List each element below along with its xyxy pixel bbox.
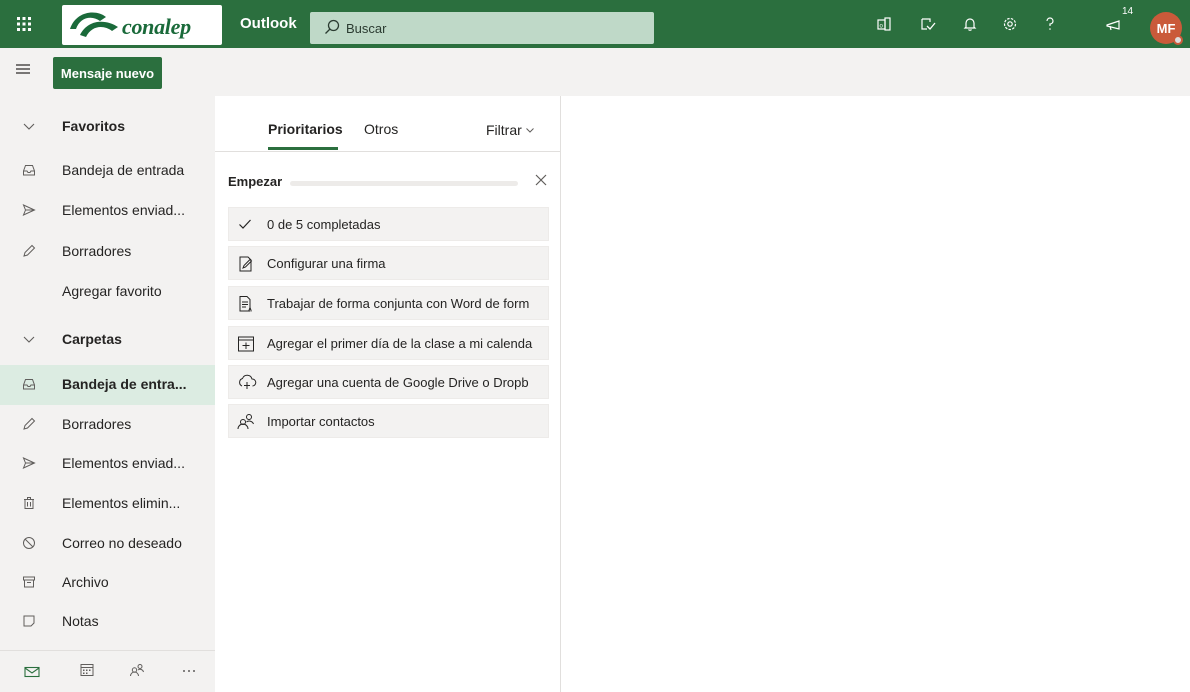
blocked-icon xyxy=(22,536,36,550)
get-started-progress-bar xyxy=(290,181,518,186)
task-label: Trabajar de forma conjunta con Word de f… xyxy=(267,296,530,311)
sidebar-item-notes[interactable]: Notas xyxy=(0,602,215,642)
tab-otros[interactable]: Otros xyxy=(364,121,398,137)
sidebar-item-deleted[interactable]: Elementos elimin... xyxy=(0,484,215,524)
favorites-label: Favoritos xyxy=(62,118,126,134)
office-icon[interactable]: o xyxy=(874,14,894,34)
get-started-title: Empezar xyxy=(228,174,283,189)
chevron-down-icon[interactable] xyxy=(22,119,36,133)
note-icon xyxy=(22,614,36,628)
sidebar-item-label: Archivo xyxy=(62,574,109,590)
sidebar-item-favorite-inbox[interactable]: Bandeja de entrada xyxy=(0,151,215,191)
chevron-down-icon xyxy=(525,125,535,135)
get-started-task[interactable]: Agregar una cuenta de Google Drive o Dro… xyxy=(228,365,549,399)
sidebar-item-favorite-sent[interactable]: Elementos enviad... xyxy=(0,191,215,231)
trash-icon xyxy=(22,496,36,510)
tab-prioritarios[interactable]: Prioritarios xyxy=(268,121,343,137)
app-name[interactable]: Outlook xyxy=(240,15,297,32)
notification-badge: 14 xyxy=(1122,6,1134,17)
pencil-icon xyxy=(22,244,36,258)
task-label: Configurar una firma xyxy=(267,256,386,271)
calendar-icon[interactable] xyxy=(80,663,94,677)
sidebar-item-label: Correo no deseado xyxy=(62,535,182,551)
megaphone-icon[interactable] xyxy=(1104,14,1124,34)
inbox-icon xyxy=(22,163,36,177)
folders-label: Carpetas xyxy=(62,331,122,347)
folders-header[interactable]: Carpetas xyxy=(0,320,215,360)
people-icon[interactable] xyxy=(130,663,144,677)
get-started-task[interactable]: Agregar el primer día de la clase a mi c… xyxy=(228,326,549,360)
pencil-icon xyxy=(22,417,36,431)
sidebar-item-drafts[interactable]: Borradores xyxy=(0,405,215,445)
chevron-down-icon[interactable] xyxy=(22,332,36,346)
sidebar-item-junk[interactable]: Correo no deseado xyxy=(0,524,215,564)
sidebar-item-inbox[interactable]: Bandeja de entra... xyxy=(0,365,215,405)
divider xyxy=(215,151,561,152)
sidebar-item-label: Borradores xyxy=(62,416,132,432)
add-favorite-link[interactable]: Agregar favorito xyxy=(0,272,215,312)
favorites-header[interactable]: Favoritos xyxy=(0,107,215,147)
brand-name: conalep xyxy=(122,14,191,39)
people-icon xyxy=(237,413,255,429)
top-bar: conalep Outlook o 14 MF xyxy=(0,0,1190,48)
settings-gear-icon[interactable] xyxy=(1000,14,1020,34)
svg-text:A: A xyxy=(248,308,252,314)
module-switcher xyxy=(0,650,215,692)
signature-icon xyxy=(237,255,255,273)
sidebar-item-label: Bandeja de entra... xyxy=(62,376,187,392)
search-icon xyxy=(324,19,340,35)
search-box[interactable] xyxy=(310,12,654,44)
more-icon[interactable] xyxy=(182,669,196,673)
sidebar-item-sent[interactable]: Elementos enviad... xyxy=(0,444,215,484)
task-label: Importar contactos xyxy=(267,414,375,429)
send-icon xyxy=(22,203,36,217)
get-started-task[interactable]: 0 de 5 completadas xyxy=(228,207,549,241)
sidebar-item-label: Borradores xyxy=(62,243,132,259)
sidebar-item-label: Notas xyxy=(62,613,99,629)
inbox-icon xyxy=(22,377,36,391)
selected-tab-indicator xyxy=(268,147,338,150)
reading-pane xyxy=(561,96,1190,692)
conalep-logo-icon xyxy=(70,12,118,37)
filter-label: Filtrar xyxy=(486,122,522,138)
to-do-icon[interactable] xyxy=(918,14,938,34)
get-started-task[interactable]: Configurar una firma xyxy=(228,246,549,280)
sidebar-item-label: Elementos elimin... xyxy=(62,495,181,511)
task-label: Agregar el primer día de la clase a mi c… xyxy=(267,336,533,351)
command-bar xyxy=(0,48,1190,96)
task-label: Agregar una cuenta de Google Drive o Dro… xyxy=(267,375,529,390)
word-document-icon: A xyxy=(237,295,255,313)
sidebar-item-archive[interactable]: Archivo xyxy=(0,563,215,603)
hamburger-menu-icon[interactable] xyxy=(16,62,30,76)
bell-icon[interactable] xyxy=(960,14,980,34)
help-icon[interactable] xyxy=(1040,14,1060,34)
search-input[interactable] xyxy=(346,12,646,44)
mail-icon[interactable] xyxy=(24,665,40,679)
presence-status-icon xyxy=(1173,35,1183,45)
waffle-icon[interactable] xyxy=(0,0,48,48)
sidebar-item-label: Elementos enviad... xyxy=(62,455,185,471)
add-favorite-label: Agregar favorito xyxy=(62,283,162,299)
sidebar-item-label: Elementos enviad... xyxy=(62,202,185,218)
filter-button[interactable]: Filtrar xyxy=(486,122,535,138)
new-message-button[interactable]: Mensaje nuevo xyxy=(53,57,162,89)
task-label: 0 de 5 completadas xyxy=(267,217,381,232)
brand-logo[interactable]: conalep xyxy=(62,5,222,45)
calendar-add-icon xyxy=(237,335,255,353)
cloud-add-icon xyxy=(237,374,257,390)
checkmark-icon xyxy=(237,216,253,232)
send-icon xyxy=(22,456,36,470)
get-started-task[interactable]: A Trabajar de forma conjunta con Word de… xyxy=(228,286,549,320)
archive-icon xyxy=(22,575,36,589)
get-started-task[interactable]: Importar contactos xyxy=(228,404,549,438)
sidebar-item-favorite-drafts[interactable]: Borradores xyxy=(0,232,215,272)
sidebar-item-label: Bandeja de entrada xyxy=(62,162,185,178)
close-icon[interactable] xyxy=(535,174,547,186)
